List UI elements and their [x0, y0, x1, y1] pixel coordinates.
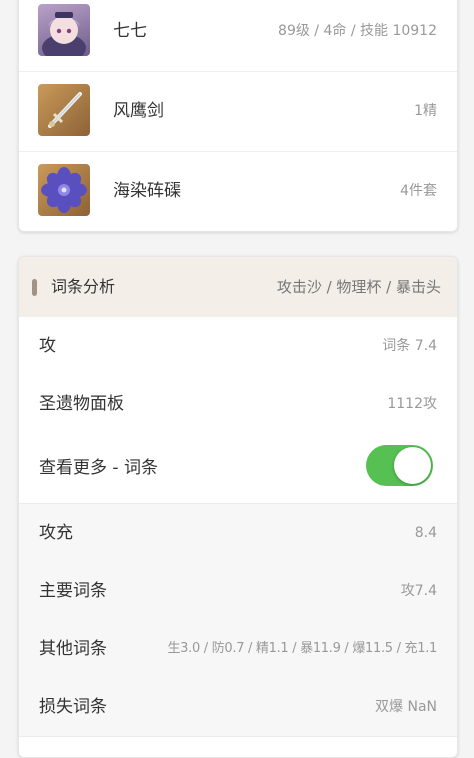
artifact-flower-icon: [38, 164, 90, 216]
substat-analysis-card: 词条分析 攻击沙 / 物理杯 / 暴击头 攻 词条 7.4 圣遗物面板 1112…: [18, 256, 458, 758]
artifact-set-name: 海染砗磲: [113, 181, 181, 201]
row-label: 攻充: [39, 523, 73, 543]
row-label: 其他词条: [39, 639, 107, 659]
row-atk: 攻 词条 7.4: [19, 317, 457, 376]
sword-icon: [38, 84, 90, 136]
row-main-substat: 主要词条 攻7.4: [19, 562, 457, 621]
row-atk-recharge: 攻充 8.4: [19, 504, 457, 563]
row-label: 圣遗物面板: [39, 394, 124, 414]
character-name: 七七: [113, 21, 147, 41]
artifact-set-row[interactable]: 海染砗磲 4件套: [19, 151, 457, 231]
section-title: 词条分析: [51, 277, 116, 296]
character-row[interactable]: 七七 89级 / 4命 / 技能 10912: [19, 0, 457, 72]
row-value: 生3.0 / 防0.7 / 精1.1 / 暴11.9 / 爆11.5 / 充1.…: [167, 641, 437, 656]
row-label: 查看更多 - 词条: [39, 458, 158, 478]
row-label: 攻: [39, 336, 56, 356]
weapon-name: 风鹰剑: [113, 101, 164, 121]
row-other-substats: 其他词条 生3.0 / 防0.7 / 精1.1 / 暴11.9 / 爆11.5 …: [19, 620, 457, 679]
character-stats: 89级 / 4命 / 技能 10912: [278, 23, 437, 39]
row-value: 攻7.4: [400, 583, 437, 599]
weapon-row[interactable]: 风鹰剑 1精: [19, 71, 457, 152]
row-value: 1112攻: [387, 396, 437, 412]
row-lost-substats: 损失词条 双爆 NaN: [19, 678, 457, 737]
character-portrait-icon: [38, 4, 90, 56]
artifact-set-count: 4件套: [400, 183, 437, 199]
row-label: 损失词条: [39, 697, 107, 717]
row-value: 词条 7.4: [382, 338, 437, 354]
row-artifact-panel: 圣遗物面板 1112攻: [19, 375, 457, 434]
section-header: 词条分析 攻击沙 / 物理杯 / 暴击头: [19, 257, 457, 317]
equipment-card: 七七 89级 / 4命 / 技能 10912 风鹰剑 1精 海染砗磲 4件套: [18, 0, 458, 232]
row-show-more: 查看更多 - 词条: [19, 433, 457, 504]
row-value: 8.4: [414, 525, 437, 541]
weapon-refinement: 1精: [414, 103, 437, 119]
row-label: 主要词条: [39, 581, 107, 601]
main-stat-summary: 攻击沙 / 物理杯 / 暴击头: [276, 278, 441, 296]
toggle-knob: [394, 447, 431, 484]
show-more-toggle[interactable]: [366, 445, 433, 486]
row-value: 双爆 NaN: [375, 699, 437, 715]
section-accent-bar: [32, 279, 37, 296]
